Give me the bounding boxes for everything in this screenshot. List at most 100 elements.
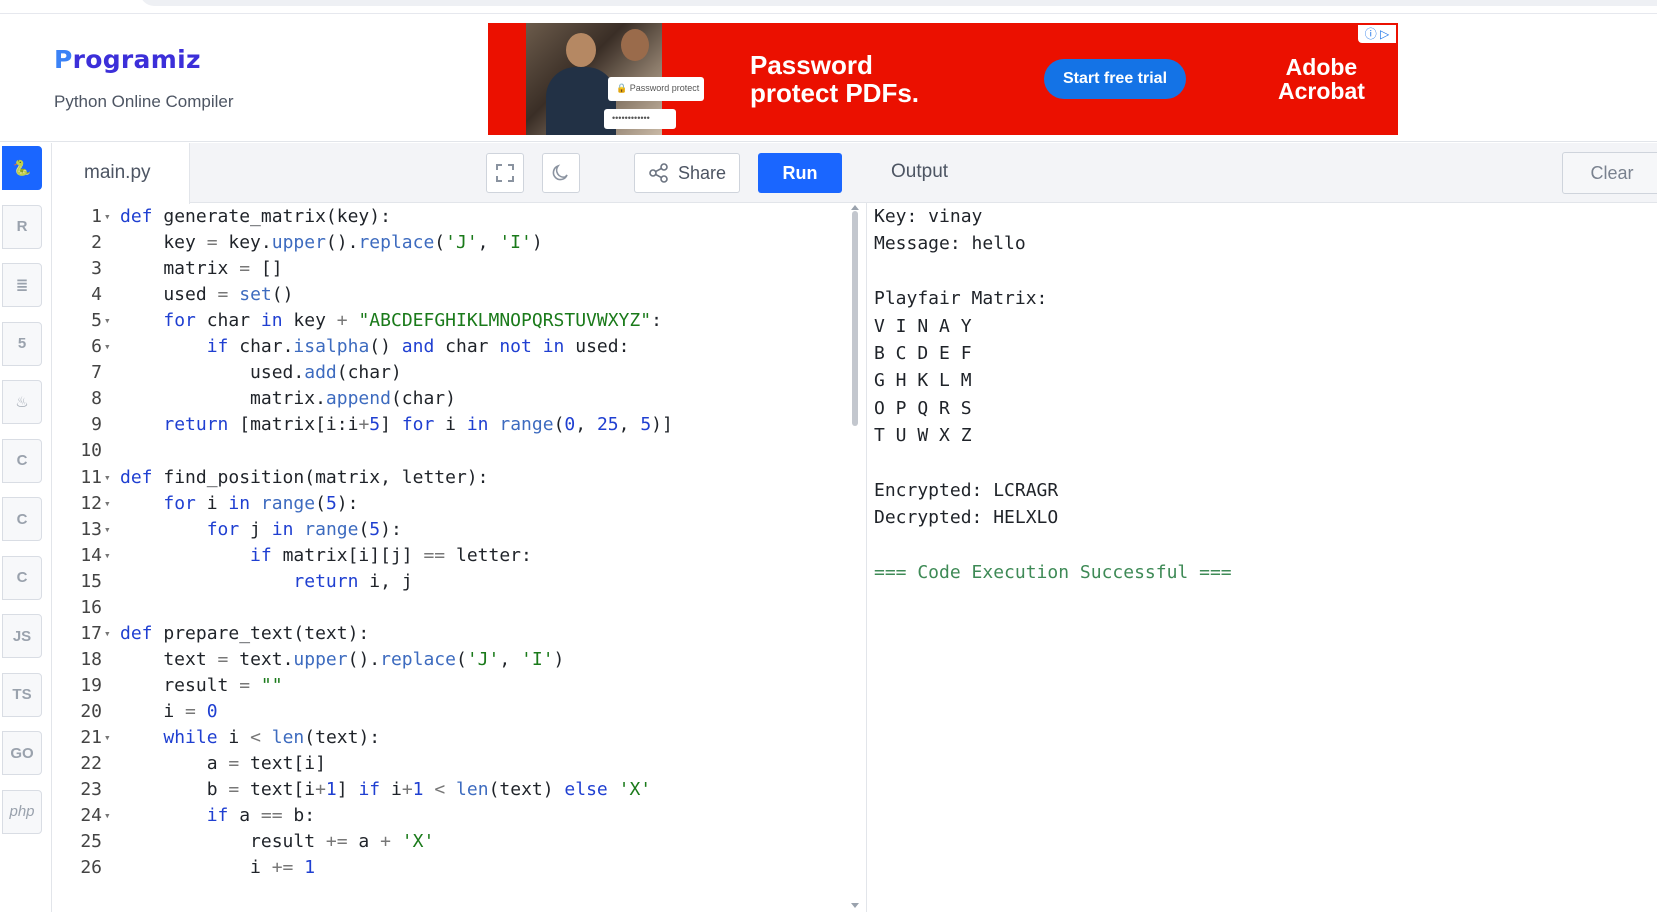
rail-item-typescript[interactable]: TS [2,672,42,717]
code-text: text = text.upper().replace('J', 'I') [120,648,565,670]
rail-item-html5[interactable]: 5 [2,321,42,366]
go-icon: GO [10,744,34,762]
html5-icon: 5 [17,335,27,352]
logo-letter: P [54,45,73,74]
code-line[interactable]: 13 ▾ for j in range(5): [52,516,852,543]
code-line[interactable]: 11 ▾ def find_position(matrix, letter): [52,464,852,491]
code-text: i += 1 [120,857,316,879]
output-line: Playfair Matrix: [874,288,1048,310]
ad-brand: Adobe Acrobat [1278,54,1365,104]
moon-icon [552,164,568,181]
fold-arrow-icon[interactable]: ▾ [104,307,116,334]
fold-arrow-icon[interactable]: ▾ [104,802,116,829]
code-text: def find_position(matrix, letter): [120,466,489,488]
line-number: 14 [80,544,102,566]
share-label: Share [677,162,727,183]
advertisement-banner[interactable]: 🔒 Password protect •••••••••••• Password… [488,23,1398,135]
rail-item-php[interactable]: php [2,789,42,834]
code-line[interactable]: 10 [52,437,852,464]
editor-scrollbar[interactable] [852,211,858,426]
ad-choices-icon[interactable]: ⓘ ▷ [1358,25,1396,43]
rail-item-c-language[interactable]: C [2,438,42,483]
code-line[interactable]: 20 i = 0 [52,698,852,725]
rail-item-go[interactable]: GO [2,731,42,775]
line-number: 17 [80,622,102,644]
code-line[interactable]: 14 ▾ if matrix[i][j] == letter: [52,542,852,569]
scroll-down-arrow-icon[interactable] [851,903,859,908]
line-number: 20 [80,700,102,722]
line-number: 21 [80,727,102,748]
fold-arrow-icon[interactable]: ▾ [104,724,116,751]
code-line[interactable]: 16 [52,594,852,621]
fold-arrow-icon[interactable]: ▾ [104,333,116,360]
code-text: matrix = [] [120,258,283,280]
rail-item-database[interactable]: ≣ [2,263,42,307]
programiz-logo[interactable]: Programiz [54,46,201,74]
rail-item-javascript[interactable]: JS [2,614,42,658]
line-number: 5 [91,310,102,332]
page-subtitle: Python Online Compiler [54,92,234,111]
line-number: 12 [80,492,102,514]
code-line[interactable]: 4 used = set() [52,281,852,308]
code-line[interactable]: 23 b = text[i+1] if i+1 < len(text) else… [52,776,852,803]
code-line[interactable]: 18 text = text.upper().replace('J', 'I') [52,646,852,673]
code-line[interactable]: 9 return [matrix[i:i+5] for i in range(0… [52,411,852,438]
code-text: b = text[i+1] if i+1 < len(text) else 'X… [120,779,652,801]
code-text: for j in range(5): [206,518,402,540]
line-number: 23 [80,779,102,801]
fullscreen-button[interactable] [486,153,524,193]
code-line[interactable]: 2 key = key.upper().replace('J', 'I') [52,229,852,256]
code-line[interactable]: 6 ▾ if char.isalpha() and char not in use… [52,333,852,360]
rail-item-cpp[interactable]: C [2,497,42,541]
share-button[interactable]: Share [634,153,740,193]
code-text: if matrix[i][j] == letter: [250,544,532,566]
code-line[interactable]: 15 return i, j [52,568,852,595]
output-line: O P Q R S [874,397,972,419]
scroll-up-arrow-icon[interactable] [851,205,859,210]
code-line[interactable]: 5 ▾ for char in key + "ABCDEFGHIKLMNOPQRS… [52,307,852,334]
code-line[interactable]: 25 result += a + 'X' [52,828,852,855]
code-text: i = 0 [120,700,218,722]
code-line[interactable]: 3 matrix = [] [52,255,852,282]
fold-arrow-icon[interactable]: ▾ [104,542,116,569]
code-line[interactable]: 26 i += 1 [52,854,852,881]
code-line[interactable]: 22 a = text[i] [52,750,852,777]
rail-item-python[interactable]: 🐍 [2,146,42,190]
fold-arrow-icon[interactable]: ▾ [104,203,116,230]
line-number: 25 [80,831,102,853]
file-tab-main-py[interactable]: main.py [52,143,190,204]
code-line[interactable]: 7 used.add(char) [52,359,852,386]
code-line[interactable]: 21 ▾ while i < len(text): [52,724,852,751]
output-line: G H K L M [874,370,972,392]
browser-address-bar-edge [140,0,1657,6]
fold-arrow-icon[interactable]: ▾ [104,620,116,647]
code-text: result = "" [120,674,283,696]
clear-button[interactable]: Clear [1562,152,1657,194]
rail-item-java[interactable]: ♨ [2,380,42,424]
line-number: 4 [91,284,102,306]
line-number: 10 [80,440,102,462]
code-line[interactable]: 24 ▾ if a == b: [52,802,852,829]
ad-headline: Password protect PDFs. [750,50,920,108]
code-line[interactable]: 17 ▾ def prepare_text(text): [52,620,852,647]
fullscreen-icon [496,164,514,182]
run-button[interactable]: Run [758,153,842,193]
code-text: return i, j [293,570,413,592]
fold-arrow-icon[interactable]: ▾ [104,464,116,491]
code-text: for char in key + "ABCDEFGHIKLMNOPQRSTUV… [163,310,662,332]
fold-arrow-icon[interactable]: ▾ [104,516,116,543]
line-number: 2 [91,232,102,254]
line-number: 11 [80,466,102,488]
ad-start-free-trial-button[interactable]: Start free trial [1044,59,1186,99]
fold-arrow-icon[interactable]: ▾ [104,490,116,517]
ad-password-field: •••••••••••• [604,109,676,129]
rail-item-csharp[interactable]: C [2,555,42,600]
code-line[interactable]: 19 result = "" [52,672,852,699]
code-area[interactable]: 1 ▾ def generate_matrix(key): 2 key = key.u… [52,203,867,912]
rail-item-r-language[interactable]: R [2,204,42,249]
dark-mode-toggle[interactable] [542,153,580,193]
csharp-icon: C [16,569,28,586]
code-line[interactable]: 12 ▾ for i in range(5): [52,490,852,517]
code-line[interactable]: 1 ▾ def generate_matrix(key): [52,203,852,230]
code-line[interactable]: 8 matrix.append(char) [52,385,852,412]
